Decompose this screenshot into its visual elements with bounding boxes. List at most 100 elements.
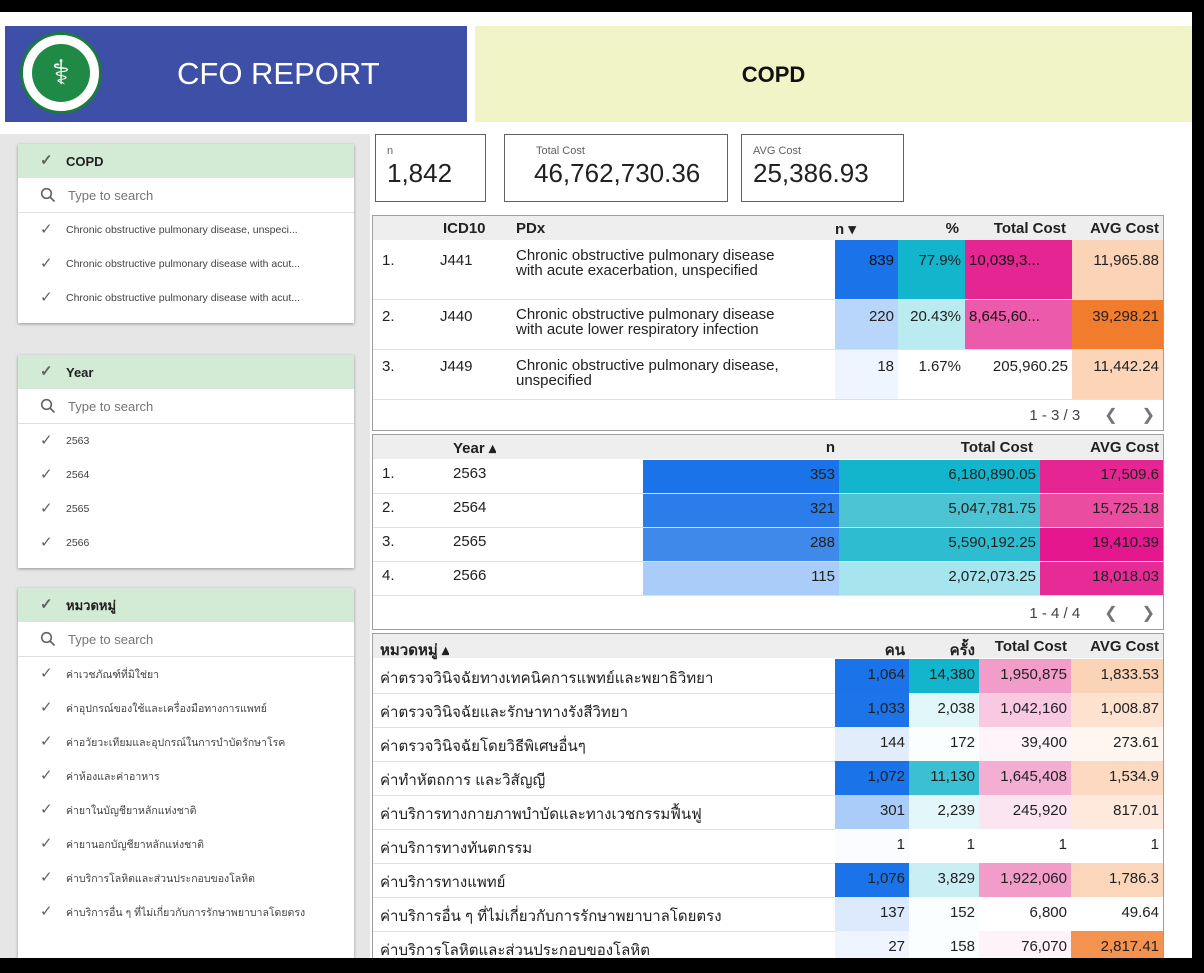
filter-option[interactable]: ✓ 2564 [18, 458, 354, 492]
year-value: 2563 [453, 465, 487, 482]
avg-cost-value: 49.64 [1071, 897, 1163, 931]
filter-option[interactable]: ✓ Chronic obstructive pulmonary disease, … [18, 213, 354, 247]
col-percent[interactable]: % [898, 220, 963, 237]
row-index: 3. [382, 358, 395, 375]
check-icon: ✓ [40, 500, 53, 517]
category-name: ค่าบริการทางทันตกรรม [380, 840, 533, 857]
filter-search[interactable]: Type to search [18, 622, 354, 657]
col-total-cost[interactable]: Total Cost [965, 220, 1070, 237]
total-cost-value: 6,180,890.05 [839, 460, 1040, 493]
filter-option[interactable]: ✓ Chronic obstructive pulmonary disease w… [18, 281, 354, 315]
row-index: 3. [382, 533, 395, 550]
check-icon: ✓ [40, 221, 53, 238]
check-icon: ✓ [40, 534, 53, 551]
filter-header[interactable]: ✓ หมวดหมู่ [18, 588, 354, 622]
check-icon: ✓ [40, 596, 53, 613]
category-table: หมวดหมู่ ▴ คน ครั้ง Total Cost AVG Cost … [372, 633, 1164, 958]
search-placeholder: Type to search [68, 187, 154, 203]
filter-option[interactable]: ✓ ค่าห้องและค่าอาหาร [18, 759, 354, 793]
ministry-logo: ⚕ [20, 32, 102, 114]
n-value: 839 [835, 240, 898, 299]
people-value: 1,064 [835, 659, 909, 693]
filter-title: Year [66, 364, 94, 380]
filter-option[interactable]: ✓ ค่าบริการโลหิตและส่วนประกอบของโลหิต [18, 861, 354, 895]
filter-option[interactable]: ✓ 2565 [18, 492, 354, 526]
check-icon: ✓ [40, 363, 53, 380]
scorecard-label: AVG Cost [753, 145, 802, 157]
icd-code: J449 [440, 358, 473, 375]
filter-option[interactable]: ✓ ค่าอวัยวะเทียมและอุปกรณ์ในการบำบัดรักษา… [18, 725, 354, 759]
avg-cost-value: 2,817.41 [1071, 931, 1163, 958]
check-icon: ✓ [40, 835, 53, 852]
filter-title: หมวดหมู่ [66, 597, 117, 613]
filter-option[interactable]: ✓ ค่ายาในบัญชียาหลักแห่งชาติ [18, 793, 354, 827]
year-value: 2566 [453, 567, 487, 584]
search-placeholder: Type to search [68, 631, 154, 647]
check-icon: ✓ [40, 767, 53, 784]
filter-category: ✓ หมวดหมู่ Type to search ✓ ค่าเวชภัณฑ์ที… [18, 588, 354, 958]
page-range: 1 - 3 / 3 [1029, 406, 1081, 424]
filter-option[interactable]: ✓ ค่ายานอกบัญชียาหลักแห่งชาติ [18, 827, 354, 861]
category-name: ค่าตรวจวินิจฉัยและรักษาทางรังสีวิทยา [380, 704, 628, 721]
avg-cost-value: 1 [1071, 829, 1163, 863]
col-icd10[interactable]: ICD10 [443, 220, 486, 237]
icd-table: ICD10 PDx n ▾ % Total Cost AVG Cost 1. J… [372, 215, 1164, 431]
topic-title: COPD [741, 62, 806, 87]
search-icon [40, 398, 56, 414]
check-icon: ✓ [40, 466, 53, 483]
pdx-text: Chronic obstructive pulmonary disease wit… [516, 307, 775, 337]
check-icon: ✓ [40, 665, 53, 682]
percent-value: 1.67% [898, 350, 965, 399]
report-header: ⚕ CFO REPORT [5, 26, 467, 122]
times-value: 172 [909, 727, 979, 761]
prev-page-icon[interactable]: ❮ [1104, 603, 1117, 623]
col-n[interactable]: n [773, 439, 839, 456]
icd-code: J440 [440, 308, 473, 325]
n-value: 18 [835, 350, 898, 399]
filter-option[interactable]: ✓ Chronic obstructive pulmonary disease w… [18, 247, 354, 281]
search-icon [40, 187, 56, 203]
filter-header[interactable]: ✓ Year [18, 355, 354, 389]
next-page-icon[interactable]: ❯ [1142, 405, 1155, 425]
check-icon: ✓ [40, 255, 53, 272]
filter-header[interactable]: ✓ COPD [18, 144, 354, 178]
category-name: ค่าทำหัตถการ และวิสัญญี [380, 772, 546, 789]
col-total-cost[interactable]: Total Cost [979, 638, 1071, 655]
check-icon: ✓ [40, 152, 53, 169]
filter-option[interactable]: ✓ ค่าเวชภัณฑ์ที่มิใช่ยา [18, 657, 354, 691]
col-pdx[interactable]: PDx [516, 220, 545, 237]
filter-option[interactable]: ✓ ค่าอุปกรณ์ของใช้และเครื่องมือทางการแพทย… [18, 691, 354, 725]
filter-option[interactable]: ✓ 2563 [18, 424, 354, 458]
search-placeholder: Type to search [68, 398, 154, 414]
total-cost-value: 2,072,073.25 [839, 562, 1040, 595]
total-cost-value: 245,920 [979, 795, 1071, 829]
app-title: CFO REPORT [177, 56, 380, 91]
total-cost-value: 1,922,060 [979, 863, 1071, 897]
next-page-icon[interactable]: ❯ [1142, 603, 1155, 623]
prev-page-icon[interactable]: ❮ [1104, 405, 1117, 425]
times-value: 158 [909, 931, 979, 958]
col-year-sort[interactable]: Year ▴ [453, 439, 496, 457]
avg-cost-value: 273.61 [1071, 727, 1163, 761]
col-total-cost[interactable]: Total Cost [933, 439, 1037, 456]
col-avg-cost[interactable]: AVG Cost [1041, 439, 1163, 456]
people-value: 144 [835, 727, 909, 761]
avg-cost-value: 1,833.53 [1071, 659, 1163, 693]
total-cost-value: 39,400 [979, 727, 1071, 761]
pagination: 1 - 4 / 4 ❮ ❯ [1029, 603, 1155, 623]
col-n-sort[interactable]: n ▾ [835, 220, 875, 238]
total-cost-value: 76,070 [979, 931, 1071, 958]
times-value: 152 [909, 897, 979, 931]
people-value: 137 [835, 897, 909, 931]
col-avg-cost[interactable]: AVG Cost [1071, 638, 1163, 655]
filter-search[interactable]: Type to search [18, 389, 354, 424]
col-avg-cost[interactable]: AVG Cost [1072, 220, 1163, 237]
scorecard-value: 1,842 [387, 158, 453, 188]
topic-header: COPD [475, 26, 1192, 122]
avg-cost-value: 1,786.3 [1071, 863, 1163, 897]
category-name: ค่าบริการทางแพทย์ [380, 874, 506, 891]
total-cost-value: 5,590,192.25 [839, 528, 1040, 561]
filter-option[interactable]: ✓ ค่าบริการอื่น ๆ ที่ไม่เกี่ยวกับการรักษา… [18, 895, 354, 929]
filter-option[interactable]: ✓ 2566 [18, 526, 354, 560]
filter-search[interactable]: Type to search [18, 178, 354, 213]
